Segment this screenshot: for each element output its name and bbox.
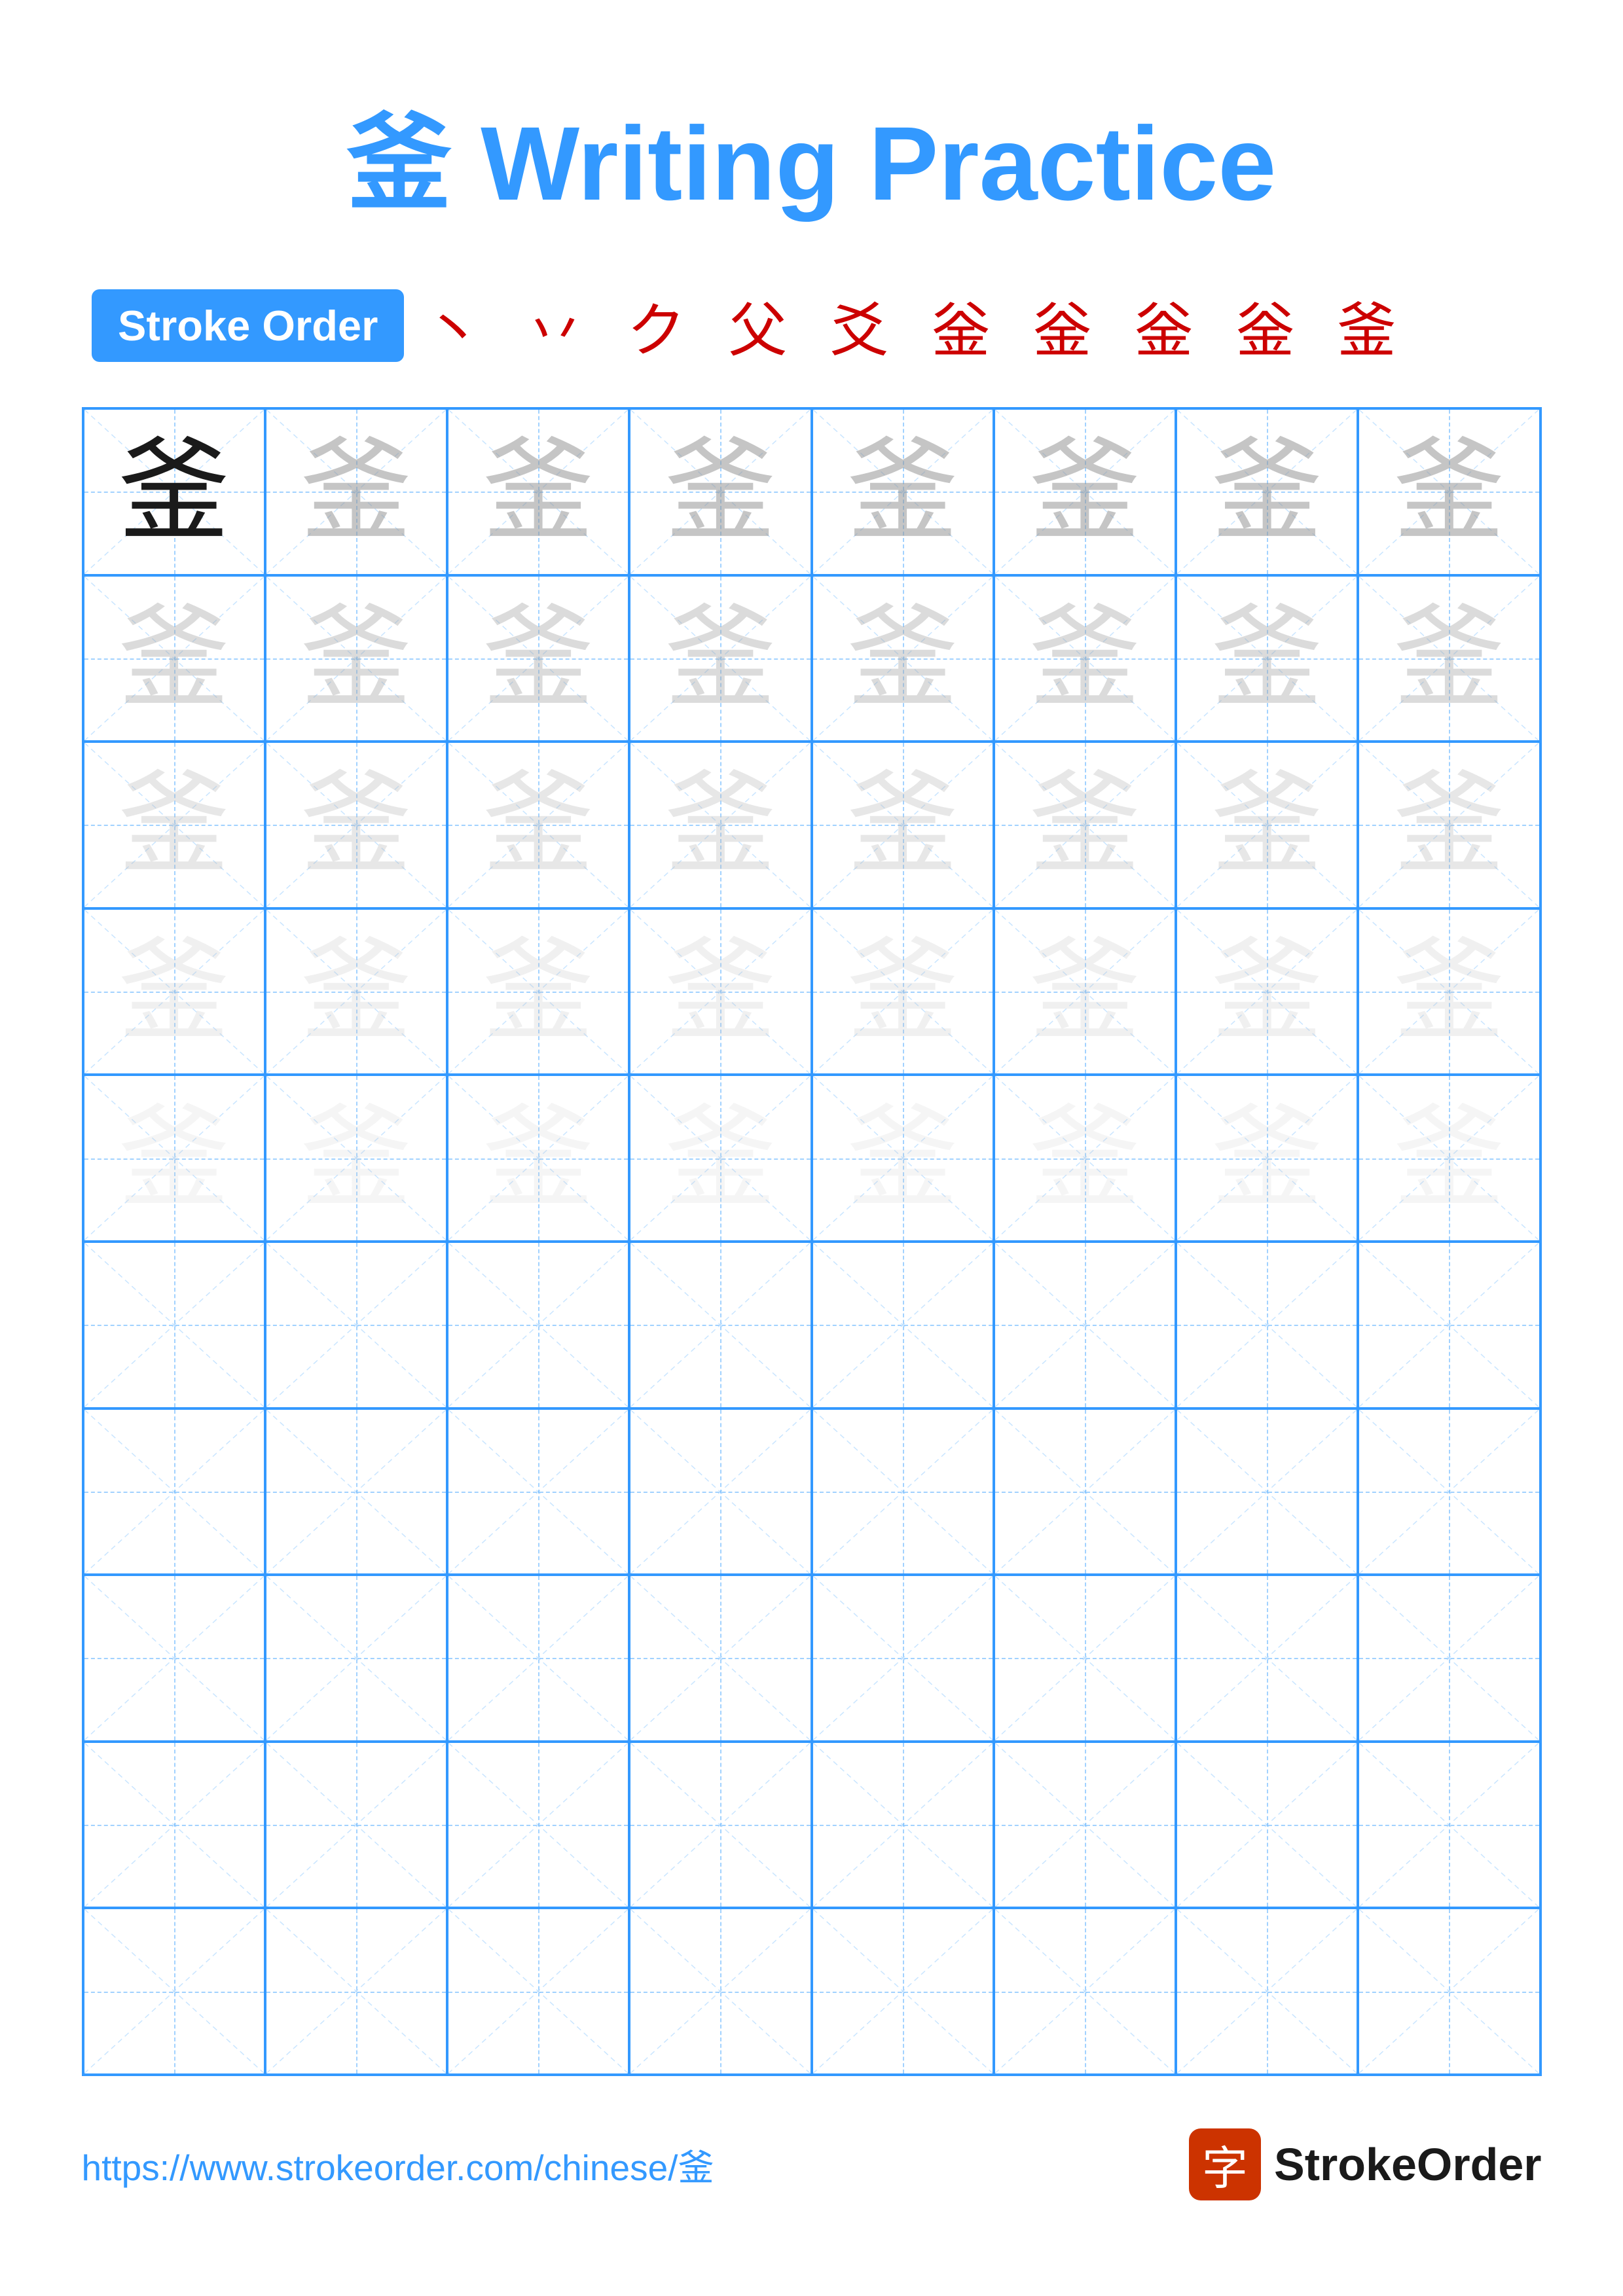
grid-cell-r10c3[interactable] [447,1908,629,2075]
grid-cell-r7c6[interactable] [994,1408,1176,1575]
grid-cell-r6c3[interactable] [447,1242,629,1408]
grid-cell-r7c7[interactable] [1176,1408,1358,1575]
grid-cell-r8c6[interactable] [994,1575,1176,1742]
grid-cell-r5c3[interactable]: 釜 [447,1075,629,1242]
grid-cell-r4c5[interactable]: 釜 [812,908,994,1075]
grid-cell-r8c8[interactable] [1358,1575,1540,1742]
grid-cell-r9c3[interactable] [447,1742,629,1909]
grid-cell-r4c6[interactable]: 釜 [994,908,1176,1075]
page: 釜 Writing Practice Stroke Order 丶 丷 ク 父 … [0,0,1623,2296]
grid-cell-r9c5[interactable] [812,1742,994,1909]
grid-cell-r10c6[interactable] [994,1908,1176,2075]
grid-cell-r3c5[interactable]: 釜 [812,742,994,908]
grid-cell-r2c3[interactable]: 釜 [447,575,629,742]
grid-cell-r2c8[interactable]: 釜 [1358,575,1540,742]
grid-cell-r2c5[interactable]: 釜 [812,575,994,742]
grid-cell-r6c4[interactable] [629,1242,811,1408]
grid-cell-r4c3[interactable]: 釜 [447,908,629,1075]
grid-cell-r9c8[interactable] [1358,1742,1540,1909]
grid-cell-r1c6[interactable]: 釜 [994,408,1176,575]
grid-cell-r4c7[interactable]: 釜 [1176,908,1358,1075]
grid-cell-r7c8[interactable] [1358,1408,1540,1575]
grid-cell-r3c7[interactable]: 釜 [1176,742,1358,908]
grid-cell-r10c2[interactable] [265,1908,447,2075]
grid-cell-r3c6[interactable]: 釜 [994,742,1176,908]
grid-cell-r6c1[interactable] [83,1242,265,1408]
grid-cell-r2c4[interactable]: 釜 [629,575,811,742]
grid-cell-r2c7[interactable]: 釜 [1176,575,1358,742]
grid-cell-r7c5[interactable] [812,1408,994,1575]
grid-cell-r6c8[interactable] [1358,1242,1540,1408]
footer-url[interactable]: https://www.strokeorder.com/chinese/釜 [82,2138,714,2191]
grid-cell-r10c4[interactable] [629,1908,811,2075]
grid-cell-r8c5[interactable] [812,1575,994,1742]
grid-cell-r3c3[interactable]: 釜 [447,742,629,908]
grid-cell-r8c1[interactable] [83,1575,265,1742]
page-title: 釜 Writing Practice [347,79,1277,230]
grid-cell-r1c7[interactable]: 釜 [1176,408,1358,575]
grid-cell-r6c7[interactable] [1176,1242,1358,1408]
grid-cell-r10c8[interactable] [1358,1908,1540,2075]
grid-cell-r5c6[interactable]: 釜 [994,1075,1176,1242]
grid-cell-r6c5[interactable] [812,1242,994,1408]
grid-cell-r5c1[interactable]: 釜 [83,1075,265,1242]
grid-cell-r10c1[interactable] [83,1908,265,2075]
grid-cell-r8c7[interactable] [1176,1575,1358,1742]
grid-cell-r3c4[interactable]: 釜 [629,742,811,908]
grid-cell-r6c6[interactable] [994,1242,1176,1408]
grid-cell-r5c5[interactable]: 釜 [812,1075,994,1242]
practice-grid: 釜 釜 釜 釜 釜 釜 釜 釜 [82,407,1542,2076]
grid-cell-r4c4[interactable]: 釜 [629,908,811,1075]
grid-cell-r1c2[interactable]: 釜 [265,408,447,575]
grid-cell-r6c2[interactable] [265,1242,447,1408]
grid-cell-r8c2[interactable] [265,1575,447,1742]
grid-cell-r2c1[interactable]: 釜 [83,575,265,742]
stroke-order-chars: 丶 丷 ク 父 爻 釡 釡 釡 釡 釜 [424,283,1409,368]
grid-cell-r1c1[interactable]: 釜 [83,408,265,575]
footer-logo-char: 字 [1202,2132,1248,2198]
stroke-order-row: Stroke Order 丶 丷 ク 父 爻 釡 釡 釡 釡 釜 [79,283,1409,368]
grid-cell-r8c3[interactable] [447,1575,629,1742]
grid-cell-r4c2[interactable]: 釜 [265,908,447,1075]
footer-brand-name: StrokeOrder [1274,2138,1541,2191]
grid-cell-r1c5[interactable]: 釜 [812,408,994,575]
grid-cell-r5c7[interactable]: 釜 [1176,1075,1358,1242]
footer-logo-box: 字 [1189,2128,1261,2200]
grid-cell-r1c3[interactable]: 釜 [447,408,629,575]
grid-cell-r10c5[interactable] [812,1908,994,2075]
grid-cell-r8c4[interactable] [629,1575,811,1742]
grid-cell-r10c7[interactable] [1176,1908,1358,2075]
grid-cell-r5c2[interactable]: 釜 [265,1075,447,1242]
footer-brand: 字 StrokeOrder [1189,2128,1541,2200]
grid-cell-r4c1[interactable]: 釜 [83,908,265,1075]
grid-cell-r7c4[interactable] [629,1408,811,1575]
grid-cell-r3c2[interactable]: 釜 [265,742,447,908]
grid-cell-r9c1[interactable] [83,1742,265,1909]
grid-cell-r3c8[interactable]: 釜 [1358,742,1540,908]
grid-cell-r9c2[interactable] [265,1742,447,1909]
grid-cell-r3c1[interactable]: 釜 [83,742,265,908]
grid-cell-r1c8[interactable]: 釜 [1358,408,1540,575]
grid-cell-r5c4[interactable]: 釜 [629,1075,811,1242]
stroke-order-badge: Stroke Order [92,289,404,362]
footer: https://www.strokeorder.com/chinese/釜 字 … [82,2128,1542,2200]
grid-cell-r9c7[interactable] [1176,1742,1358,1909]
grid-cell-r2c6[interactable]: 釜 [994,575,1176,742]
grid-cell-r7c3[interactable] [447,1408,629,1575]
grid-cell-r9c4[interactable] [629,1742,811,1909]
grid-cell-r7c1[interactable] [83,1408,265,1575]
grid-cell-r1c4[interactable]: 釜 [629,408,811,575]
grid-cell-r5c8[interactable]: 釜 [1358,1075,1540,1242]
grid-cell-r4c8[interactable]: 釜 [1358,908,1540,1075]
grid-cell-r2c2[interactable]: 釜 [265,575,447,742]
grid-cell-r7c2[interactable] [265,1408,447,1575]
grid-cell-r9c6[interactable] [994,1742,1176,1909]
